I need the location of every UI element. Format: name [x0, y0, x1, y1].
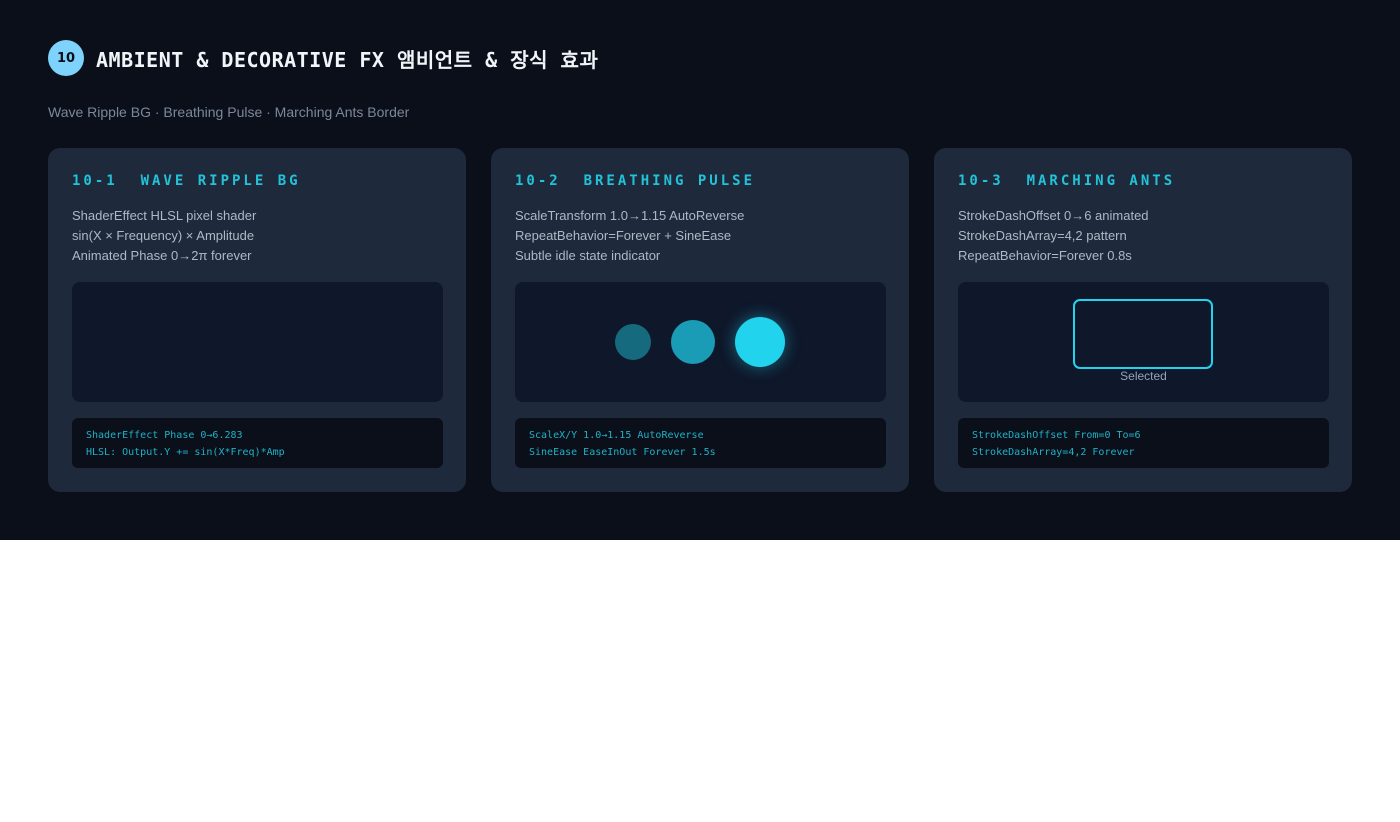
code-line: ShaderEffect Phase 0→6.283 [86, 430, 243, 441]
card-description: StrokeDashOffset 0→6 animated StrokeDash… [958, 206, 1149, 266]
pulse-dot-small [615, 324, 651, 360]
card-description: ScaleTransform 1.0→1.15 AutoReverse Repe… [515, 206, 744, 266]
code-line: StrokeDashArray=4,2 Forever [972, 447, 1135, 458]
card-heading: 10-2 BREATHING PULSE [515, 173, 756, 189]
description-line: ShaderEffect HLSL pixel shader [72, 208, 257, 223]
code-snippet: ShaderEffect Phase 0→6.283 HLSL: Output.… [72, 418, 443, 468]
code-snippet: ScaleX/Y 1.0→1.15 AutoReverse SineEase E… [515, 418, 886, 468]
selection-box[interactable] [1073, 299, 1213, 369]
breathing-pulse-demo [515, 282, 886, 402]
pulse-dot-large [735, 317, 785, 367]
description-line: Animated Phase 0→2π forever [72, 248, 252, 263]
code-line: ScaleX/Y 1.0→1.15 AutoReverse [529, 430, 704, 441]
section-subtitle: Wave Ripple BG · Breathing Pulse · March… [48, 104, 410, 120]
description-line: sin(X × Frequency) × Amplitude [72, 228, 255, 243]
description-line: StrokeDashArray=4,2 pattern [958, 228, 1127, 243]
card-marching-ants: 10-3 MARCHING ANTS StrokeDashOffset 0→6 … [934, 148, 1352, 492]
card-heading: 10-3 MARCHING ANTS [958, 173, 1176, 189]
card-description: ShaderEffect HLSL pixel shader sin(X × F… [72, 206, 256, 266]
wave-ripple-demo [72, 282, 443, 402]
card-wave-ripple: 10-1 WAVE RIPPLE BG ShaderEffect HLSL pi… [48, 148, 466, 492]
card-heading: 10-1 WAVE RIPPLE BG [72, 173, 301, 189]
pulse-dot-medium [671, 320, 715, 364]
description-line: StrokeDashOffset 0→6 animated [958, 208, 1149, 223]
code-line: StrokeDashOffset From=0 To=6 [972, 430, 1141, 441]
section-number-badge: 10 [48, 40, 84, 76]
description-line: Subtle idle state indicator [515, 248, 661, 263]
fx-panel: 10 AMBIENT & DECORATIVE FX 앰비언트 & 장식 효과 … [0, 0, 1400, 540]
section-title: AMBIENT & DECORATIVE FX 앰비언트 & 장식 효과 [96, 47, 599, 72]
description-line: RepeatBehavior=Forever 0.8s [958, 248, 1132, 263]
card-breathing-pulse: 10-2 BREATHING PULSE ScaleTransform 1.0→… [491, 148, 909, 492]
description-line: ScaleTransform 1.0→1.15 AutoReverse [515, 208, 745, 223]
marching-ants-demo: Selected [958, 282, 1329, 402]
description-line: RepeatBehavior=Forever + SineEase [515, 228, 732, 243]
selection-label: Selected [1120, 369, 1167, 383]
code-line: HLSL: Output.Y += sin(X*Freq)*Amp [86, 447, 285, 458]
code-snippet: StrokeDashOffset From=0 To=6 StrokeDashA… [958, 418, 1329, 468]
section-header: 10 AMBIENT & DECORATIVE FX 앰비언트 & 장식 효과 [48, 40, 598, 76]
code-line: SineEase EaseInOut Forever 1.5s [529, 447, 716, 458]
